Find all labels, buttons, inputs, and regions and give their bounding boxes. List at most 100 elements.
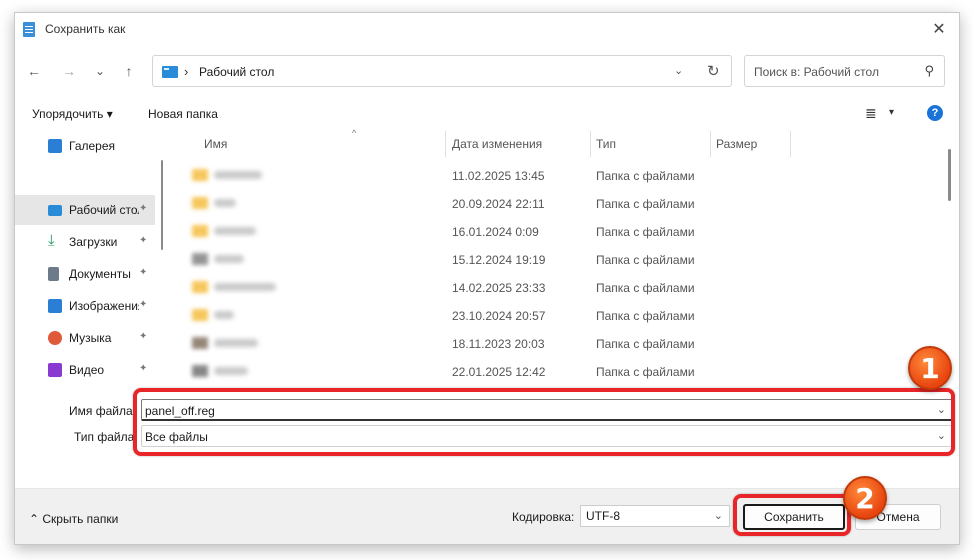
sidebar-item-videos[interactable]: Видео ✦ [15, 355, 155, 385]
document-icon [48, 267, 59, 281]
file-name-blurred [214, 367, 248, 375]
video-icon [48, 363, 62, 377]
encoding-select[interactable]: UTF-8 ⌄ [580, 505, 730, 527]
encoding-value: UTF-8 [586, 509, 620, 523]
navigation-pane: Галерея Рабочий стол ✦ ⤓ Загрузки ✦ Доку… [15, 131, 155, 393]
sidebar-item-label: Галерея [69, 139, 116, 153]
command-bar: Упорядочить ▾ Новая папка ≣ ▾ ? [15, 101, 959, 129]
encoding-label: Кодировка: [512, 510, 575, 524]
help-icon[interactable]: ? [927, 105, 943, 121]
sidebar-scrollbar[interactable] [161, 160, 163, 250]
recent-locations-button[interactable]: ⌄ [90, 61, 110, 81]
sidebar-item-documents[interactable]: Документы ✦ [15, 259, 155, 289]
up-button[interactable]: ↑ [119, 61, 139, 81]
download-icon: ⤓ [48, 232, 55, 249]
file-row[interactable]: 11.02.2025 13:45 Папка с файлами [170, 161, 945, 189]
address-bar[interactable]: › Рабочий стол ⌄ ↻ [152, 55, 732, 87]
address-dropdown-icon[interactable]: ⌄ [674, 64, 683, 77]
sidebar-item-desktop[interactable]: Рабочий стол ✦ [15, 195, 155, 225]
file-name-blurred [214, 227, 256, 235]
file-list-scrollbar[interactable] [948, 149, 951, 201]
breadcrumb-desktop[interactable]: Рабочий стол [199, 65, 274, 79]
folder-icon [192, 169, 208, 181]
pin-icon: ✦ [139, 203, 148, 214]
file-date: 15.12.2024 19:19 [452, 253, 546, 267]
breadcrumb-separator: › [184, 64, 189, 79]
column-divider[interactable] [790, 131, 791, 157]
pin-icon: ✦ [139, 331, 148, 342]
file-name-blurred [214, 255, 244, 263]
save-as-dialog: Сохранить как ✕ ← → ⌄ ↑ › Рабочий стол ⌄… [14, 12, 960, 545]
column-header-name[interactable]: Имя ^ [204, 128, 356, 157]
file-date: 14.02.2025 23:33 [452, 281, 546, 295]
window-title: Сохранить как [45, 22, 126, 36]
sort-ascending-icon: ^ [352, 128, 357, 138]
pin-icon: ✦ [139, 363, 148, 374]
folder-icon [192, 197, 208, 209]
file-name-blurred [214, 311, 234, 319]
file-type: Папка с файлами [596, 197, 695, 211]
gallery-icon [48, 139, 62, 153]
hide-folders-button[interactable]: ⌃ Скрыть папки [29, 512, 118, 526]
file-type: Папка с файлами [596, 365, 695, 379]
column-divider[interactable] [445, 131, 446, 157]
file-name-blurred [214, 171, 262, 179]
title-bar: Сохранить как ✕ [15, 13, 959, 45]
column-name-label: Имя [204, 137, 228, 151]
file-type: Папка с файлами [596, 225, 695, 239]
file-row[interactable]: 18.11.2023 20:03 Папка с файлами [170, 329, 945, 357]
forward-button[interactable]: → [59, 61, 79, 81]
new-folder-button[interactable]: Новая папка [148, 107, 218, 121]
file-row[interactable]: 15.12.2024 19:19 Папка с файлами [170, 245, 945, 273]
file-row[interactable]: 23.10.2024 20:57 Папка с файлами [170, 301, 945, 329]
step-badge-2: 2 [843, 476, 887, 520]
file-type: Папка с файлами [596, 169, 695, 183]
sidebar-item-label: Загрузки [69, 235, 118, 249]
file-row[interactable]: 22.01.2025 12:42 Папка с файлами [170, 357, 945, 385]
sidebar-item-pictures[interactable]: Изображения ✦ [15, 291, 155, 321]
file-row[interactable]: 20.09.2024 22:11 Папка с файлами [170, 189, 945, 217]
file-date: 11.02.2025 13:45 [452, 169, 545, 183]
search-input[interactable]: Поиск в: Рабочий стол ⚲ [744, 55, 945, 87]
desktop-icon [48, 205, 62, 216]
sidebar-item-label: Рабочий стол [69, 203, 139, 217]
file-name-blurred [214, 339, 258, 347]
organize-button[interactable]: Упорядочить ▾ [32, 107, 113, 121]
column-divider[interactable] [590, 131, 591, 157]
sidebar-item-label: Видео [69, 363, 105, 377]
folder-icon [192, 337, 208, 349]
close-button[interactable]: ✕ [919, 13, 959, 45]
highlight-box-fields [133, 388, 955, 456]
file-date: 20.09.2024 22:11 [452, 197, 545, 211]
filename-label: Имя файла: [69, 404, 136, 418]
column-header-type[interactable]: Тип [596, 131, 616, 157]
sidebar-item-music[interactable]: Музыка ✦ [15, 323, 155, 353]
pin-icon: ✦ [139, 235, 148, 246]
search-icon: ⚲ [924, 63, 934, 78]
folder-icon [192, 309, 208, 321]
column-header-size[interactable]: Размер [716, 131, 757, 157]
step-badge-1: 1 [908, 346, 952, 390]
sidebar-item-downloads[interactable]: ⤓ Загрузки ✦ [15, 227, 155, 257]
folder-icon [192, 365, 208, 377]
file-type: Папка с файлами [596, 253, 695, 267]
sidebar-item-gallery[interactable]: Галерея [15, 131, 155, 161]
column-divider[interactable] [710, 131, 711, 157]
chevron-down-icon[interactable]: ⌄ [714, 509, 723, 522]
pin-icon: ✦ [139, 299, 148, 310]
file-list: Имя ^ Дата изменения Тип Размер 11.02.20… [170, 128, 945, 393]
refresh-icon[interactable]: ↻ [707, 62, 720, 80]
sidebar-item-label: Изображения [69, 299, 139, 313]
back-button[interactable]: ← [24, 61, 44, 81]
view-options-icon[interactable]: ≣ [865, 105, 877, 122]
file-date: 22.01.2025 12:42 [452, 365, 546, 379]
music-icon [48, 331, 62, 345]
view-dropdown-icon[interactable]: ▾ [889, 107, 894, 118]
folder-icon [192, 225, 208, 237]
sidebar-item-label: Документы [69, 267, 131, 281]
column-header-date[interactable]: Дата изменения [452, 131, 542, 157]
file-row[interactable]: 16.01.2024 0:09 Папка с файлами [170, 217, 945, 245]
notepad-icon [23, 22, 35, 37]
file-row[interactable]: 14.02.2025 23:33 Папка с файлами [170, 273, 945, 301]
file-date: 18.11.2023 20:03 [452, 337, 545, 351]
